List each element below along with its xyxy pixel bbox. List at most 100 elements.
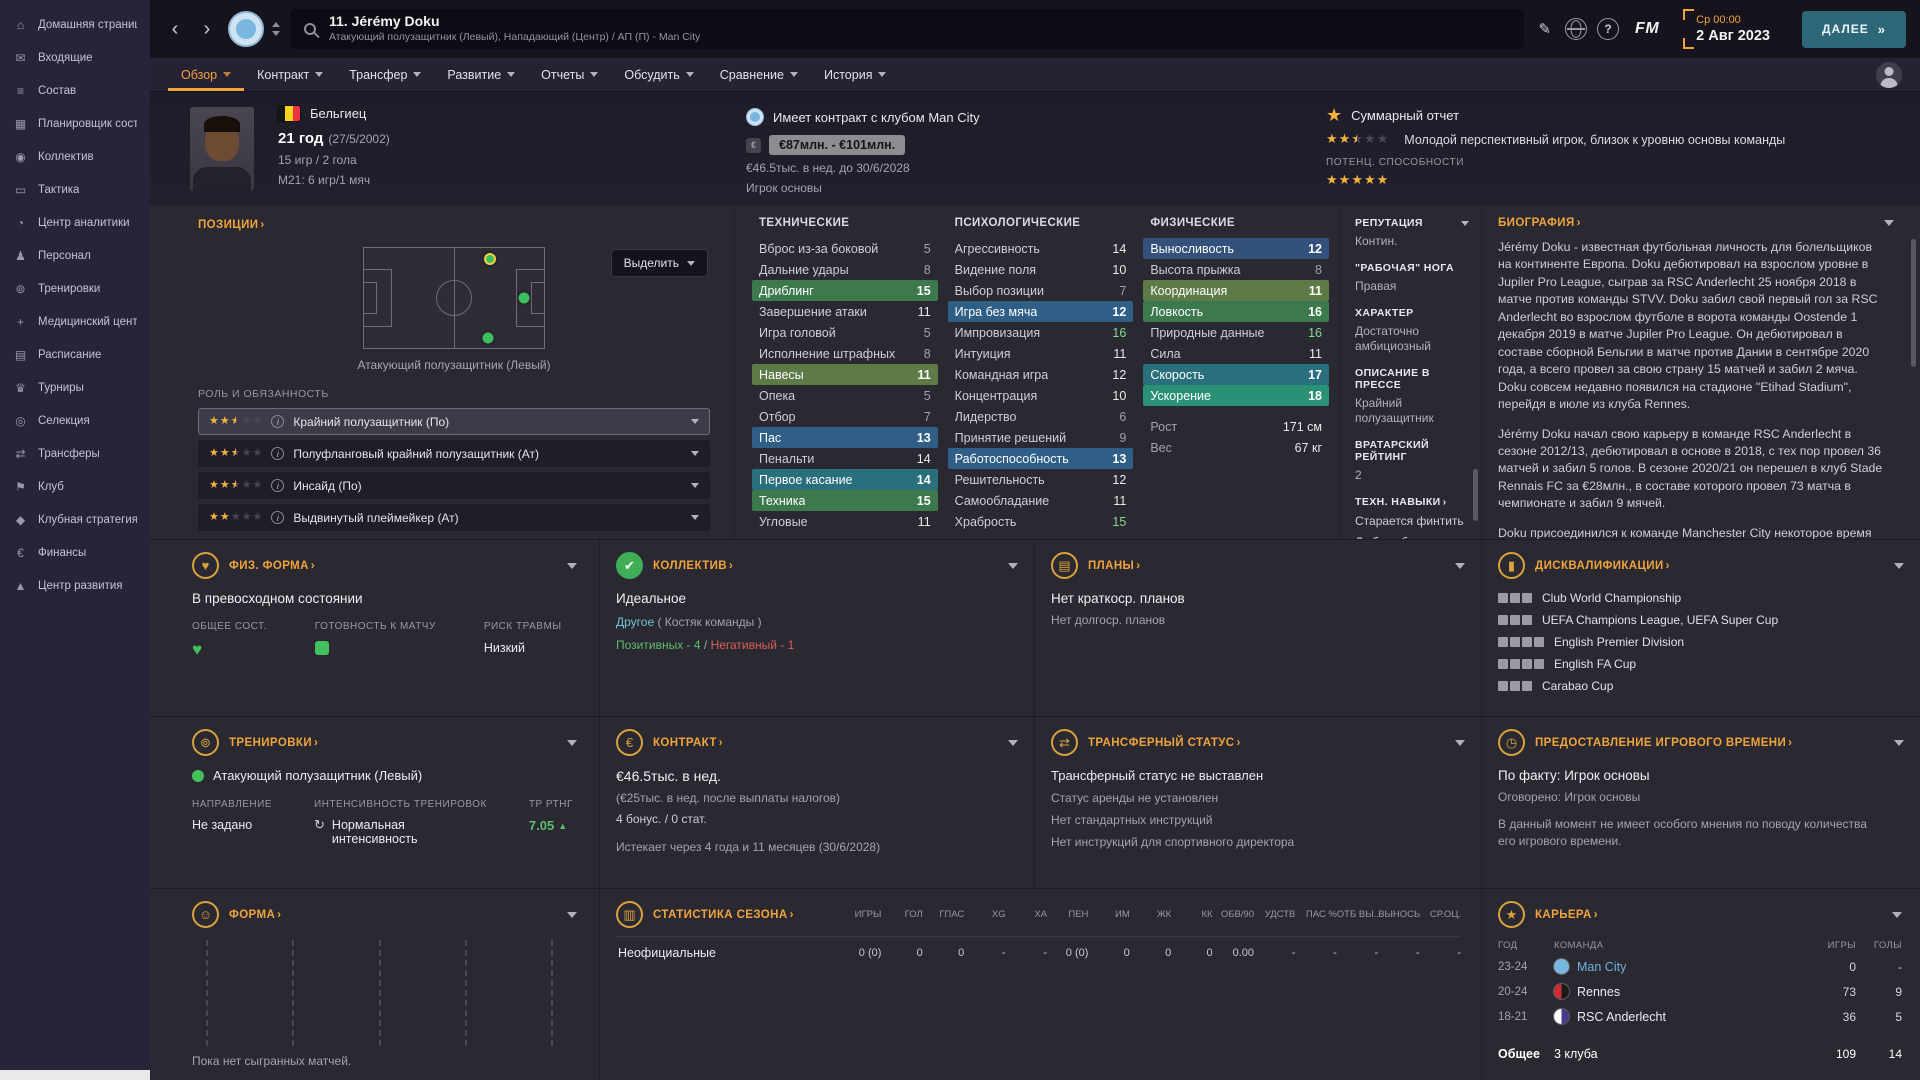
player-stepper[interactable] — [272, 22, 280, 36]
sidebar-item-club[interactable]: ⚑ Клуб — [0, 470, 150, 503]
sidebar-item-club-vision[interactable]: ◆ Клубная стратегия — [0, 503, 150, 536]
sidebar-item-squad-planner[interactable]: ▦ Планировщик состава — [0, 107, 150, 140]
edit-pencil-icon[interactable]: ✎ — [1534, 16, 1555, 42]
sidebar-item-staff[interactable]: ♟ Персонал — [0, 239, 150, 272]
positions-title[interactable]: ПОЗИЦИИ — [198, 219, 265, 231]
world-icon[interactable] — [1565, 18, 1588, 40]
career-club-name[interactable]: Man City — [1577, 960, 1626, 974]
plans-panel: ▤ ПЛАНЫ Нет краткоср. планов Нет долгоср… — [1034, 540, 1481, 716]
sidebar-item-squad[interactable]: ≡ Состав — [0, 74, 150, 107]
tab-overview[interactable]: Обзор — [168, 58, 244, 91]
chevron-down-icon[interactable] — [1008, 562, 1018, 569]
availability-box — [1534, 637, 1544, 647]
sidebar-item-scouting[interactable]: ◎ Селекция — [0, 404, 150, 437]
chevron-down-icon[interactable] — [1892, 911, 1902, 918]
chevron-down-icon[interactable] — [691, 419, 699, 424]
tab-contract[interactable]: Контракт — [244, 58, 336, 91]
attr-row: Выносливость 12 — [1143, 238, 1329, 259]
sidebar-item-home[interactable]: ⌂ Домашняя страница — [0, 8, 150, 41]
sidebar-item-analytics[interactable]: ◔ Центр аналитики — [0, 206, 150, 239]
sidebar-item-dynamics[interactable]: ◉ Коллектив — [0, 140, 150, 173]
social-group-link[interactable]: Другое — [616, 615, 654, 629]
squad-status: Игрок основы — [746, 181, 822, 195]
sidebar-item-development[interactable]: ▲ Центр развития — [0, 569, 150, 602]
sidebar-item-tactics[interactable]: ▭ Тактика — [0, 173, 150, 206]
intensity-label: ИНТЕНСИВНОСТЬ ТРЕНИРОВОК — [314, 799, 487, 810]
playing-time-title[interactable]: ПРЕДОСТАВЛЕНИЕ ИГРОВОГО ВРЕМЕНИ — [1535, 737, 1792, 749]
sidebar-item-inbox[interactable]: ✉ Входящие — [0, 41, 150, 74]
chevron-down-icon[interactable] — [567, 739, 577, 746]
tab-development[interactable]: Развитие — [434, 58, 528, 91]
sidebar-item-schedule[interactable]: ▤ Расписание — [0, 338, 150, 371]
attr-label: Храбрость — [954, 514, 1017, 529]
chevron-down-icon[interactable] — [1455, 562, 1465, 569]
chevron-down-icon[interactable] — [691, 483, 699, 488]
sidebar-item-finances[interactable]: € Финансы — [0, 536, 150, 569]
chevron-down-icon[interactable] — [567, 911, 577, 918]
chevron-down-icon[interactable] — [1894, 739, 1904, 746]
scrollbar[interactable] — [1473, 469, 1478, 521]
sidebar-item-label: Состав — [38, 84, 77, 97]
tab-discuss[interactable]: Обсудить — [611, 58, 706, 91]
sidebar-item-competitions[interactable]: ♛ Турниры — [0, 371, 150, 404]
scrollbar[interactable] — [1911, 239, 1916, 367]
form-empty-text: Пока нет сыгранных матчей. — [192, 1054, 352, 1068]
training-title[interactable]: ТРЕНИРОВКИ — [229, 737, 318, 749]
career-title[interactable]: КАРЬЕРА — [1535, 909, 1598, 921]
chevron-down-icon[interactable] — [1461, 220, 1469, 226]
step-down-icon[interactable] — [272, 31, 280, 36]
role-row[interactable]: ★★★★★★iКрайний полузащитник (По) — [198, 408, 710, 435]
attr-label: Дриблинг — [759, 283, 814, 298]
summary-report-title: Суммарный отчет — [1351, 107, 1460, 123]
search-bar[interactable]: 11. Jérémy Doku Атакующий полузащитник (… — [290, 9, 1525, 49]
tech-skills-title[interactable]: ТЕХН. НАВЫКИ — [1355, 496, 1469, 508]
chevron-down-icon[interactable] — [1455, 739, 1465, 746]
attr-value: 11 — [917, 514, 931, 529]
fitness-title[interactable]: ФИЗ. ФОРМА — [229, 560, 315, 572]
chevron-down-icon[interactable] — [567, 562, 577, 569]
intensity-value[interactable]: Нормальная интенсивность — [332, 818, 444, 846]
cohesion-title[interactable]: КОЛЛЕКТИВ — [653, 560, 733, 572]
career-club: Man City — [1554, 959, 1800, 974]
career-club-name: RSC Anderlecht — [1577, 1009, 1666, 1024]
highlight-dropdown[interactable]: Выделить — [610, 249, 708, 277]
suspension-row: English FA Cup — [1498, 657, 1904, 671]
role-row[interactable]: ★ ★ ★ ★ ★ i Выдвинутый плеймейкер (Ат) — [198, 504, 710, 531]
contract-title[interactable]: КОНТРАКТ — [653, 737, 723, 749]
chevron-down-icon[interactable] — [1894, 562, 1904, 569]
sidebar-item-training[interactable]: ⊚ Тренировки — [0, 272, 150, 305]
nav-back-button[interactable]: ‹ — [164, 19, 186, 39]
role-row[interactable]: ★★★★★★iИнсайд (По) — [198, 472, 710, 499]
step-up-icon[interactable] — [272, 22, 280, 27]
tab-reports[interactable]: Отчеты — [528, 58, 611, 91]
chevron-down-icon[interactable] — [1008, 739, 1018, 746]
tab-transfer[interactable]: Трансфер — [336, 58, 434, 91]
transfer-status-title[interactable]: ТРАНСФЕРНЫЙ СТАТУС — [1088, 737, 1241, 749]
sidebar-item-transfers[interactable]: ⇄ Трансферы — [0, 437, 150, 470]
suspensions-title[interactable]: ДИСКВАЛИФИКАЦИИ — [1535, 560, 1670, 572]
help-icon[interactable]: ? — [1597, 18, 1620, 40]
chevron-down-icon[interactable] — [1884, 220, 1894, 226]
tab-comparison[interactable]: Сравнение — [707, 58, 811, 91]
biography-title[interactable]: БИОГРАФИЯ — [1498, 217, 1581, 229]
transfer-value[interactable]: €87млн. - €101млн. — [769, 135, 906, 155]
form-title[interactable]: ФОРМА — [229, 909, 281, 921]
club-badge-icon[interactable] — [228, 11, 264, 47]
position-dot[interactable] — [518, 292, 530, 304]
position-dot-selected[interactable] — [484, 253, 496, 265]
plans-title[interactable]: ПЛАНЫ — [1088, 560, 1140, 572]
attr-col-title: ТЕХНИЧЕСКИЕ — [759, 217, 850, 229]
continue-button[interactable]: ДАЛЕЕ » — [1801, 10, 1906, 48]
tab-history[interactable]: История — [811, 58, 899, 91]
profile-icon[interactable] — [1876, 61, 1902, 88]
chevron-down-icon[interactable] — [691, 451, 699, 456]
nav-forward-button[interactable]: › — [196, 19, 218, 39]
season-stats-title[interactable]: СТАТИСТИКА СЕЗОНА — [653, 909, 794, 921]
chevron-down-icon[interactable] — [691, 515, 699, 520]
career-apps: 0 — [1849, 959, 1856, 974]
role-row[interactable]: ★★★★★★iПолуфланговый крайний полузащитни… — [198, 440, 710, 467]
position-dot[interactable] — [482, 332, 494, 344]
sidebar-item-label: Финансы — [38, 546, 87, 559]
attr-label: Видение поля — [954, 262, 1037, 277]
sidebar-item-medical[interactable]: + Медицинский центр — [0, 305, 150, 338]
